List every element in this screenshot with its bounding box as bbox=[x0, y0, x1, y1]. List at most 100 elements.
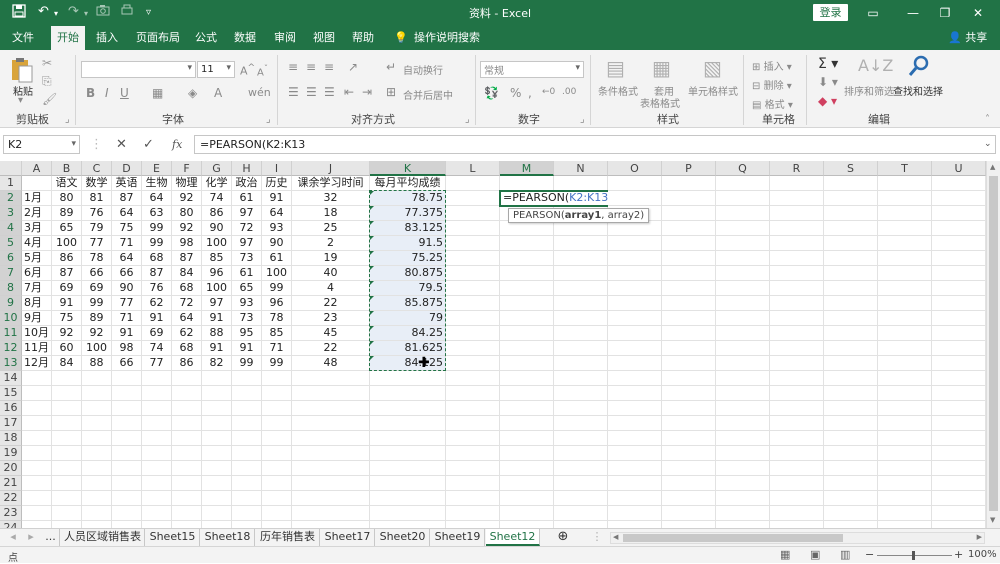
grid-cell[interactable] bbox=[878, 491, 932, 506]
month-cell[interactable]: 3月 bbox=[22, 221, 52, 236]
header-cell[interactable]: 数学 bbox=[82, 176, 112, 191]
grid-cell[interactable] bbox=[932, 326, 986, 341]
grid-cell[interactable] bbox=[662, 191, 716, 206]
data-cell[interactable]: 92 bbox=[172, 221, 202, 236]
grid-cell[interactable] bbox=[662, 221, 716, 236]
column-header[interactable]: T bbox=[878, 161, 932, 176]
grid-cell[interactable] bbox=[172, 371, 202, 386]
data-cell[interactable]: 4 bbox=[292, 281, 370, 296]
data-cell[interactable]: 65 bbox=[52, 221, 82, 236]
data-cell[interactable]: 77 bbox=[112, 296, 142, 311]
grid-cell[interactable] bbox=[52, 446, 82, 461]
grid-cell[interactable] bbox=[878, 281, 932, 296]
grid-cell[interactable] bbox=[554, 356, 608, 371]
grid-cell[interactable] bbox=[662, 281, 716, 296]
column-header[interactable]: N bbox=[554, 161, 608, 176]
grid-cell[interactable] bbox=[262, 431, 292, 446]
grid-cell[interactable] bbox=[500, 386, 554, 401]
grid-cell[interactable] bbox=[554, 311, 608, 326]
data-cell[interactable]: 76 bbox=[142, 281, 172, 296]
grid-cell[interactable] bbox=[770, 341, 824, 356]
grid-cell[interactable] bbox=[662, 266, 716, 281]
grid-cell[interactable] bbox=[770, 356, 824, 371]
grid-cell[interactable] bbox=[608, 296, 662, 311]
grid-cell[interactable] bbox=[608, 326, 662, 341]
grid-cell[interactable] bbox=[292, 521, 370, 528]
grid-cell[interactable] bbox=[446, 266, 500, 281]
data-cell[interactable]: 87 bbox=[52, 266, 82, 281]
data-cell[interactable]: 61 bbox=[232, 191, 262, 206]
grid-cell[interactable] bbox=[446, 191, 500, 206]
page-layout-view-icon[interactable]: ▣ bbox=[810, 548, 820, 561]
grid-cell[interactable] bbox=[932, 491, 986, 506]
column-header[interactable]: M bbox=[500, 161, 554, 176]
grid-cell[interactable] bbox=[232, 506, 262, 521]
align-left-icon[interactable]: ☰ bbox=[288, 85, 299, 99]
data-cell[interactable]: 91 bbox=[232, 341, 262, 356]
grid-cell[interactable] bbox=[500, 461, 554, 476]
grid-cell[interactable] bbox=[22, 401, 52, 416]
row-header[interactable]: 4 bbox=[0, 221, 22, 236]
grid-cell[interactable] bbox=[446, 476, 500, 491]
align-center-icon[interactable]: ☰ bbox=[306, 85, 317, 99]
data-cell[interactable]: 61 bbox=[232, 266, 262, 281]
zoom-out-icon[interactable]: − bbox=[865, 548, 874, 561]
grid-cell[interactable] bbox=[500, 371, 554, 386]
grid-cell[interactable] bbox=[500, 401, 554, 416]
grid-cell[interactable] bbox=[878, 416, 932, 431]
grid-cell[interactable] bbox=[52, 521, 82, 528]
tab-page-layout[interactable]: 页面布局 bbox=[136, 26, 180, 50]
grid-cell[interactable] bbox=[770, 296, 824, 311]
sheet-tab[interactable]: Sheet17 bbox=[321, 529, 375, 546]
sort-filter-icon[interactable]: A↓Z bbox=[858, 56, 893, 75]
grid-cell[interactable] bbox=[608, 461, 662, 476]
grid-cell[interactable] bbox=[716, 491, 770, 506]
enter-icon[interactable]: ✓ bbox=[143, 137, 154, 152]
data-cell[interactable]: 86 bbox=[172, 356, 202, 371]
row-header[interactable]: 1 bbox=[0, 176, 22, 191]
data-cell[interactable]: 87 bbox=[142, 266, 172, 281]
grid-cell[interactable] bbox=[716, 326, 770, 341]
row-header[interactable]: 13 bbox=[0, 356, 22, 371]
grid-cell[interactable] bbox=[446, 251, 500, 266]
data-cell[interactable]: 99 bbox=[82, 296, 112, 311]
grid-cell[interactable] bbox=[22, 491, 52, 506]
grid-cell[interactable] bbox=[232, 461, 262, 476]
column-header[interactable]: L bbox=[446, 161, 500, 176]
data-cell[interactable]: 91 bbox=[112, 326, 142, 341]
grid-cell[interactable] bbox=[142, 491, 172, 506]
data-cell[interactable]: 69 bbox=[52, 281, 82, 296]
row-header[interactable]: 15 bbox=[0, 386, 22, 401]
grid-cell[interactable] bbox=[292, 386, 370, 401]
grid-cell[interactable] bbox=[662, 416, 716, 431]
grid-cell[interactable] bbox=[662, 461, 716, 476]
grid-cell[interactable] bbox=[554, 431, 608, 446]
grid-cell[interactable] bbox=[554, 326, 608, 341]
increase-decimal-icon[interactable]: ←0 bbox=[542, 87, 555, 97]
data-cell[interactable]: 63 bbox=[142, 206, 172, 221]
sheet-tab-more[interactable]: ... bbox=[42, 529, 60, 546]
grid-cell[interactable] bbox=[824, 446, 878, 461]
grid-cell[interactable] bbox=[716, 176, 770, 191]
normal-view-icon[interactable]: ▦ bbox=[780, 548, 790, 561]
grid-cell[interactable] bbox=[22, 386, 52, 401]
grid-cell[interactable] bbox=[554, 266, 608, 281]
align-right-icon[interactable]: ☰ bbox=[324, 85, 335, 99]
tooltip-function-name[interactable]: PEARSON( bbox=[513, 210, 565, 221]
grid-cell[interactable] bbox=[932, 521, 986, 528]
grid-cell[interactable] bbox=[554, 221, 608, 236]
grid-cell[interactable] bbox=[232, 416, 262, 431]
grid-cell[interactable] bbox=[878, 341, 932, 356]
tab-view[interactable]: 视图 bbox=[313, 26, 335, 50]
data-cell[interactable]: 86 bbox=[52, 251, 82, 266]
scroll-down-icon[interactable]: ▼ bbox=[990, 516, 995, 524]
data-cell[interactable]: 91 bbox=[262, 191, 292, 206]
grid-cell[interactable] bbox=[82, 476, 112, 491]
grid-cell[interactable] bbox=[716, 386, 770, 401]
grid-cell[interactable] bbox=[770, 266, 824, 281]
data-cell[interactable]: 72 bbox=[232, 221, 262, 236]
grid-cell[interactable] bbox=[446, 311, 500, 326]
column-header[interactable]: G bbox=[202, 161, 232, 176]
grid-cell[interactable] bbox=[878, 176, 932, 191]
column-header[interactable]: C bbox=[82, 161, 112, 176]
